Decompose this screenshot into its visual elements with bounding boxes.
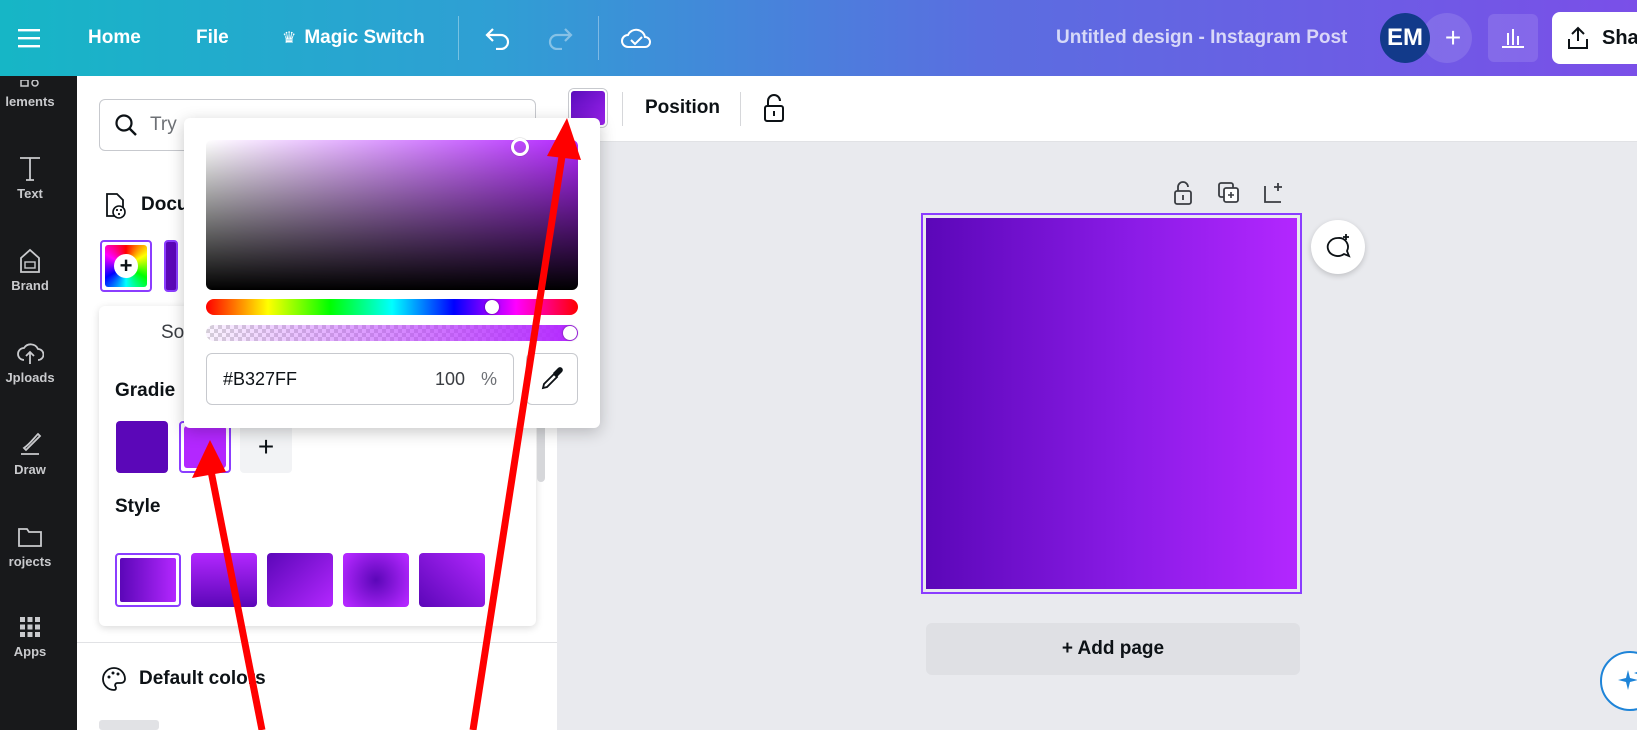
rail-item-projects[interactable]: rojects <box>0 522 60 569</box>
share-button[interactable]: Sha <box>1552 12 1637 64</box>
left-rail: lements Text Brand Jploads Draw rojects <box>0 76 77 730</box>
color-picker-popover: #B327FF 100 % <box>184 118 600 428</box>
lock-page-icon[interactable] <box>1172 180 1194 208</box>
bar-chart-icon <box>1502 29 1524 48</box>
upload-icon <box>17 343 44 364</box>
document-color-swatch[interactable] <box>164 240 178 292</box>
rail-item-elements[interactable]: lements <box>0 80 60 109</box>
gradient-stop-2[interactable] <box>179 421 231 473</box>
rail-item-apps[interactable]: Apps <box>0 614 60 659</box>
rail-label: Brand <box>11 278 49 293</box>
share-icon <box>1568 26 1588 49</box>
palette-icon <box>102 667 126 691</box>
hex-input[interactable]: #B327FF 100 % <box>206 353 514 405</box>
add-comment-button[interactable] <box>1311 220 1365 274</box>
gradient-rectangle[interactable] <box>926 218 1297 589</box>
percent-sign: % <box>480 368 497 389</box>
solid-colors-label-clipped <box>99 720 159 730</box>
page-tools <box>1172 180 1286 208</box>
share-label: Sha <box>1602 26 1637 49</box>
search-icon <box>115 114 137 136</box>
crown-icon: ♛ <box>282 30 297 47</box>
hue-slider[interactable] <box>206 299 578 315</box>
add-page-button[interactable]: + Add page <box>926 623 1300 675</box>
position-button[interactable]: Position <box>645 89 720 127</box>
style-linear-horizontal[interactable] <box>115 553 181 607</box>
document-colors-label: Docu <box>141 194 189 215</box>
add-color-button[interactable]: + <box>100 240 152 292</box>
elements-icon <box>20 80 39 87</box>
undo-icon[interactable] <box>484 0 512 76</box>
gradient-label: Gradie <box>115 380 176 401</box>
opacity-slider[interactable] <box>206 325 578 341</box>
sparkle-icon <box>1618 670 1637 690</box>
rail-label: Jploads <box>5 370 55 385</box>
eyedropper-icon <box>541 367 563 390</box>
default-colors-label: Default colors <box>139 668 266 689</box>
file-menu[interactable]: File <box>196 0 229 76</box>
magic-switch-button[interactable]: ♛ Magic Switch <box>282 0 425 76</box>
brand-icon <box>20 248 40 273</box>
design-page[interactable] <box>921 213 1302 594</box>
rail-label: Draw <box>14 462 46 477</box>
redo-icon[interactable] <box>546 0 574 76</box>
comment-add-icon <box>1326 234 1351 258</box>
apps-icon <box>20 617 40 637</box>
rail-label: lements <box>5 94 55 109</box>
divider <box>622 92 623 126</box>
folder-icon <box>18 528 42 547</box>
document-colors-heading: Docu <box>101 190 189 220</box>
draw-icon <box>21 432 42 455</box>
divider <box>740 92 741 126</box>
rail-item-draw[interactable]: Draw <box>0 430 60 477</box>
add-page-icon[interactable] <box>1262 180 1286 208</box>
design-title[interactable]: Untitled design - Instagram Post <box>1056 0 1347 76</box>
style-label: Style <box>115 496 161 517</box>
rail-label: Apps <box>13 644 47 659</box>
saturation-knob[interactable] <box>511 138 529 156</box>
hamburger-icon[interactable] <box>18 0 40 76</box>
divider <box>77 642 557 643</box>
rail-item-text[interactable]: Text <box>0 154 60 201</box>
divider <box>598 16 599 60</box>
hue-slider-knob[interactable] <box>485 300 499 314</box>
style-linear-diagonal[interactable] <box>267 553 333 607</box>
insights-button[interactable] <box>1488 14 1538 62</box>
default-colors-heading: Default colors <box>101 666 266 692</box>
top-bar: Home File ♛ Magic Switch Untitled design… <box>0 0 1637 76</box>
home-menu[interactable]: Home <box>88 0 141 76</box>
eyedropper-button[interactable] <box>526 353 578 405</box>
plus-label: + <box>1444 22 1462 53</box>
tab-solid[interactable]: So <box>161 322 184 344</box>
palette-doc-icon <box>106 193 126 219</box>
lock-icon[interactable] <box>762 93 786 128</box>
search-placeholder: Try <box>150 114 177 135</box>
rail-item-brand[interactable]: Brand <box>0 246 60 293</box>
opacity-slider-knob[interactable] <box>563 326 577 340</box>
saturation-value-area[interactable] <box>206 140 578 290</box>
add-gradient-stop-button[interactable]: + <box>240 421 292 473</box>
style-linear-vertical[interactable] <box>191 553 257 607</box>
style-linear-diagonal-2[interactable] <box>419 553 485 607</box>
canva-editor: Home File ♛ Magic Switch Untitled design… <box>0 0 1637 730</box>
gradient-stop-1[interactable] <box>116 421 168 473</box>
rail-label: rojects <box>8 554 52 569</box>
opacity-value[interactable]: 100 <box>435 369 465 390</box>
hex-value[interactable]: #B327FF <box>223 369 297 390</box>
plus-icon: + <box>114 253 138 278</box>
rail-item-uploads[interactable]: Jploads <box>0 338 60 385</box>
duplicate-page-icon[interactable] <box>1216 180 1240 208</box>
style-radial[interactable] <box>343 553 409 607</box>
divider <box>458 16 459 60</box>
text-icon <box>20 157 40 181</box>
magic-switch-label: Magic Switch <box>304 27 425 48</box>
cloud-saved-icon[interactable] <box>620 0 652 76</box>
avatar[interactable]: EM <box>1380 13 1430 63</box>
magic-assistant-button[interactable] <box>1600 651 1637 711</box>
rail-label: Text <box>17 186 43 201</box>
